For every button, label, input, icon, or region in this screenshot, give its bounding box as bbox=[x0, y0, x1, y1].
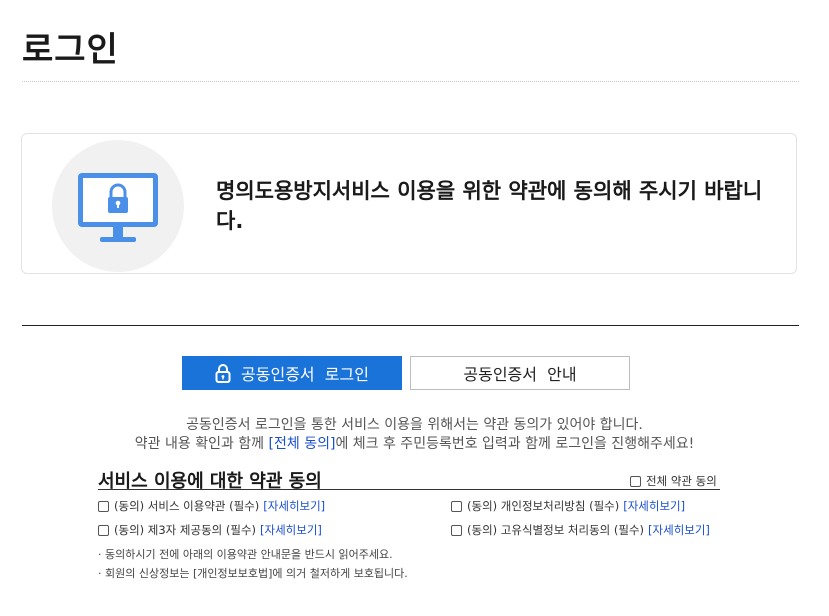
term-privacy-detail-link[interactable]: [자세히보기] bbox=[623, 498, 685, 514]
term-third-party-detail-link[interactable]: [자세히보기] bbox=[260, 522, 322, 538]
term-privacy-label[interactable]: (동의) 개인정보처리방침 (필수) bbox=[467, 498, 619, 514]
intro-line-1: 공동인증서 로그인을 통한 서비스 이용을 위해서는 약관 동의가 있어야 합니… bbox=[186, 417, 643, 433]
agree-all-label[interactable]: 전체 약관 동의 bbox=[646, 473, 717, 489]
terms-divider bbox=[98, 489, 720, 490]
title-divider bbox=[22, 81, 799, 82]
terms-note: · 동의하시기 전에 아래의 이용약관 안내문을 반드시 읽어주세요. bbox=[98, 548, 393, 561]
cert-guide-label: 공동인증서 안내 bbox=[463, 365, 577, 384]
cert-guide-tab[interactable]: 공동인증서 안내 bbox=[410, 356, 630, 390]
term-service-checkbox[interactable] bbox=[98, 500, 109, 512]
term-third-party-label[interactable]: (동의) 제3자 제공동의 (필수) bbox=[114, 522, 256, 538]
monitor-lock-icon bbox=[78, 173, 158, 242]
agree-all-checkbox[interactable]: 전체 약관 동의 bbox=[630, 473, 717, 489]
intro-line-2: 약관 내용 확인과 함께 [전체 동의]에 체크 후 주민등록번호 입력과 함께… bbox=[0, 433, 829, 453]
section-divider bbox=[22, 325, 799, 326]
term-service-agreement[interactable]: (동의) 서비스 이용약관 (필수) [자세히보기] bbox=[98, 498, 325, 514]
cert-login-tab[interactable]: 공동인증서 로그인 bbox=[182, 356, 402, 390]
notice-icon-circle bbox=[52, 140, 184, 272]
intro-line-2-after: 에 체크 후 주민등록번호 입력과 함께 로그인을 진행해주세요! bbox=[335, 436, 695, 452]
cert-login-label: 공동인증서 로그인 bbox=[241, 365, 369, 384]
term-privacy-policy[interactable]: (동의) 개인정보처리방침 (필수) [자세히보기] bbox=[451, 498, 685, 514]
term-privacy-checkbox[interactable] bbox=[451, 500, 462, 512]
notice-box: 명의도용방지서비스 이용을 위한 약관에 동의해 주시기 바랍니다. bbox=[21, 133, 797, 274]
term-unique-id[interactable]: (동의) 고유식별정보 처리동의 (필수) [자세히보기] bbox=[451, 522, 710, 538]
agree-all-checkbox-box[interactable] bbox=[630, 475, 641, 487]
term-unique-id-label[interactable]: (동의) 고유식별정보 처리동의 (필수) bbox=[467, 522, 644, 538]
terms-note: · 회원의 신상정보는 [개인정보보호법]에 의거 철저하게 보호됩니다. bbox=[98, 567, 408, 580]
term-service-label[interactable]: (동의) 서비스 이용약관 (필수) bbox=[114, 498, 259, 514]
term-service-detail-link[interactable]: [자세히보기] bbox=[263, 498, 325, 514]
all-agree-link[interactable]: [전체 동의] bbox=[269, 436, 336, 452]
lock-icon bbox=[215, 364, 231, 383]
intro-line-2-before: 약관 내용 확인과 함께 bbox=[134, 436, 269, 452]
term-third-party[interactable]: (동의) 제3자 제공동의 (필수) [자세히보기] bbox=[98, 522, 322, 538]
term-unique-id-checkbox[interactable] bbox=[451, 524, 462, 536]
notice-message: 명의도용방지서비스 이용을 위한 약관에 동의해 주시기 바랍니다. bbox=[216, 179, 763, 233]
term-unique-id-detail-link[interactable]: [자세히보기] bbox=[648, 522, 710, 538]
page-title: 로그인 bbox=[22, 30, 119, 70]
term-third-party-checkbox[interactable] bbox=[98, 524, 109, 536]
